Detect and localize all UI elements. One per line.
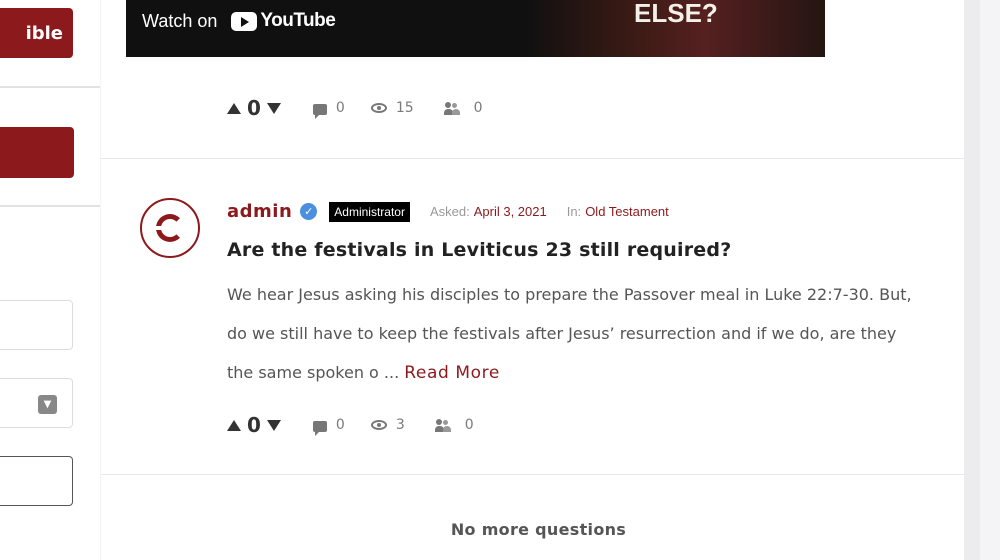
question-stats: 0 0 3 0: [227, 413, 474, 437]
comments-stat[interactable]: 0: [312, 100, 345, 119]
vote-count: 0: [247, 96, 261, 120]
watch-on-label: Watch on: [142, 10, 218, 31]
sidebar-divider: [0, 86, 100, 88]
author-link[interactable]: admin: [227, 201, 292, 222]
read-more-link[interactable]: Read More: [404, 363, 500, 383]
views-count: 3: [395, 417, 405, 433]
vote-down-icon[interactable]: [266, 419, 281, 431]
vote-up-icon[interactable]: [227, 102, 241, 114]
role-badge: Administrator: [329, 201, 410, 222]
vote-count: 0: [247, 413, 261, 437]
divider: [101, 474, 964, 475]
sidebar-textarea[interactable]: [0, 456, 73, 506]
vote-up-icon[interactable]: [227, 419, 241, 431]
eye-icon: [370, 420, 387, 430]
comments-stat[interactable]: 0: [312, 417, 345, 436]
right-gutter: [964, 0, 980, 560]
watch-on-youtube-link[interactable]: Watch on YouTube: [142, 10, 336, 32]
question-meta: admin ✓ Administrator Asked: April 3, 20…: [227, 201, 669, 222]
prev-question-stats: 0 0 15 0: [227, 96, 483, 120]
views-count: 15: [395, 100, 414, 116]
comment-icon: [312, 420, 327, 436]
views-stat: 15: [370, 100, 414, 116]
comments-count: 0: [335, 100, 345, 116]
chevron-down-icon: ▼: [38, 395, 57, 414]
vote-down-icon[interactable]: [266, 102, 281, 114]
followers-stat: 0: [443, 100, 483, 116]
category: In: Old Testament: [567, 204, 669, 219]
sidebar-text-input[interactable]: [0, 300, 73, 350]
views-stat: 3: [370, 417, 405, 433]
users-icon: [434, 418, 451, 432]
followers-count: 0: [464, 417, 474, 433]
youtube-wordmark: YouTube: [260, 10, 336, 31]
category-link[interactable]: Old Testament: [585, 204, 669, 219]
site-logo-icon: [155, 214, 184, 242]
comments-count: 0: [335, 417, 345, 433]
sidebar: ible ▼: [0, 0, 100, 560]
asked-date: Asked: April 3, 2021: [430, 204, 547, 219]
question-excerpt-text: We hear Jesus asking his disciples to pr…: [227, 285, 912, 382]
followers-stat: 0: [434, 417, 474, 433]
video-overlay-text: ELSE?: [634, 0, 718, 28]
youtube-icon: YouTube: [231, 10, 336, 32]
category-label: In:: [566, 204, 582, 219]
question-excerpt: We hear Jesus asking his disciples to pr…: [227, 275, 917, 393]
youtube-embed[interactable]: Watch on YouTube ELSE?: [126, 0, 825, 57]
sidebar-divider: [0, 205, 100, 207]
divider: [101, 158, 964, 159]
eye-icon: [370, 103, 387, 113]
followers-count: 0: [473, 100, 483, 116]
play-icon: [231, 11, 258, 31]
asked-date-link[interactable]: April 3, 2021: [474, 204, 547, 219]
no-more-questions: No more questions: [450, 520, 627, 539]
sidebar-primary-button[interactable]: ible: [0, 8, 73, 58]
users-icon: [443, 101, 460, 115]
sidebar-select[interactable]: ▼: [0, 378, 73, 428]
avatar[interactable]: [140, 198, 200, 258]
asked-label: Asked:: [429, 204, 470, 219]
sidebar-primary-button-label: ible: [25, 22, 63, 44]
question-title[interactable]: Are the festivals in Leviticus 23 still …: [227, 239, 731, 261]
comment-icon: [312, 103, 327, 119]
verified-icon: ✓: [300, 203, 318, 220]
sidebar-secondary-button[interactable]: [0, 127, 74, 178]
